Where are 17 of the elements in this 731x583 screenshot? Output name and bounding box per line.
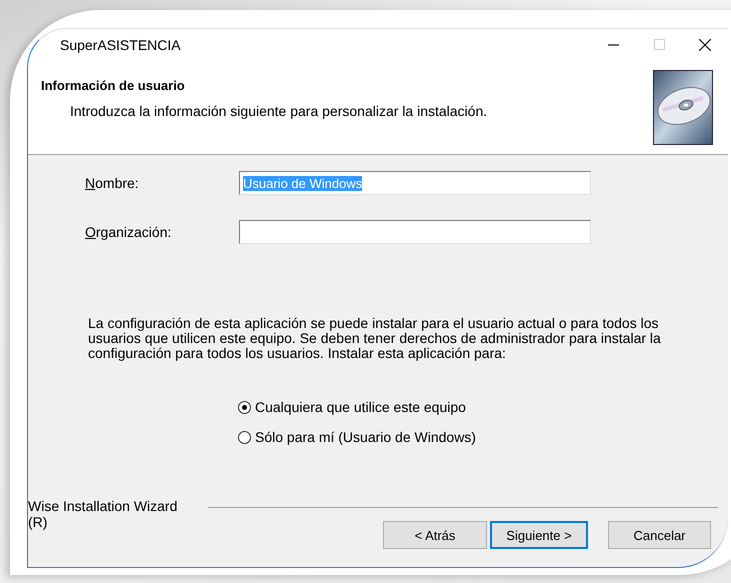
window-title: SuperASISTENCIA (60, 36, 182, 52)
radio-label: Sólo para mí (Usuario de Windows) (255, 429, 476, 445)
close-icon[interactable] (699, 38, 711, 50)
radio-label: Cualquiera que utilice este equipo (255, 399, 466, 415)
field-label: Organización: (84, 224, 172, 240)
wizard-button[interactable]: Siguiente > (490, 521, 588, 549)
field-label: Nombre: (84, 175, 140, 191)
wizard-button[interactable]: < Atrás (383, 521, 487, 549)
wizard-button[interactable]: Cancelar (608, 521, 711, 549)
page-title: Información de usuario (41, 78, 186, 93)
text-field[interactable] (239, 220, 591, 244)
page-subtitle: Introduzca la información siguiente para personalizar la instalación. (70, 103, 488, 119)
radio-button[interactable] (238, 430, 251, 444)
cd-icon (653, 70, 713, 145)
radio-button[interactable] (238, 400, 251, 414)
wizard-brand: Wise Installation Wizard (R) (28, 498, 178, 530)
install-description: La configuración de esta aplicación se puede instalar para el usuario actual o para todos los usuarios que utilicen este equipo. Se deben tener derechos de administrador para instalar la configuración para todos los usuarios. Instalar esta aplicación para: (88, 316, 662, 361)
